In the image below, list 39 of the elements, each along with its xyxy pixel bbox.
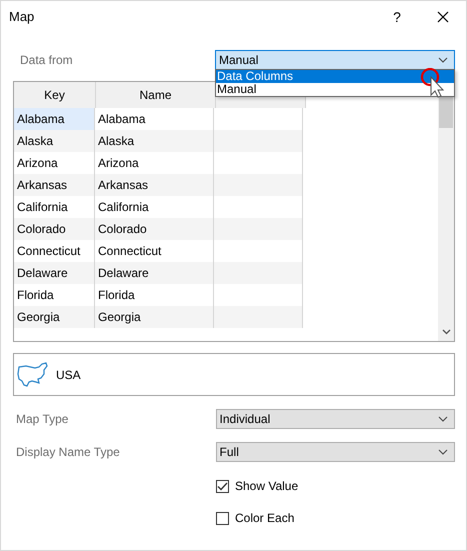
table-cell[interactable]: Georgia <box>95 306 214 328</box>
dropdown[interactable]: Full <box>216 442 455 462</box>
chevron-down-icon <box>438 57 448 63</box>
close-icon <box>437 10 449 22</box>
data-source-dropdown[interactable]: Manual <box>215 50 455 70</box>
table-cell[interactable]: Georgia <box>14 306 95 328</box>
chevron-down-icon <box>438 416 448 422</box>
column-header[interactable]: Key <box>14 82 96 108</box>
usa-map-icon <box>17 362 49 388</box>
table-cell[interactable]: Alabama <box>14 108 95 130</box>
table-cell[interactable]: Colorado <box>14 218 95 240</box>
table-cell[interactable] <box>214 174 303 196</box>
table-cell[interactable]: Delaware <box>95 262 214 284</box>
checkbox-label[interactable]: Show Value <box>235 479 298 493</box>
dropdown-option[interactable]: Manual <box>216 83 454 96</box>
table-cell[interactable]: Alaska <box>95 130 214 152</box>
table-cell[interactable] <box>214 306 303 328</box>
field-label: Data from <box>19 53 74 67</box>
table-cell[interactable] <box>214 130 303 152</box>
field-label: Display Name Type <box>15 444 121 458</box>
checkbox[interactable] <box>216 512 229 524</box>
table-cell[interactable]: Alaska <box>14 130 95 152</box>
table-cell[interactable]: Colorado <box>95 218 214 240</box>
chevron-down-icon <box>438 448 448 454</box>
dropdown[interactable]: Individual <box>216 408 455 428</box>
window-title: Map <box>9 9 36 24</box>
scroll-down-icon <box>442 329 451 335</box>
table-cell[interactable]: Arkansas <box>14 174 95 196</box>
table-cell[interactable] <box>214 218 303 240</box>
table-cell[interactable]: Arkansas <box>95 174 214 196</box>
table-cell[interactable]: Delaware <box>14 262 95 284</box>
help-button[interactable]: ? <box>374 1 420 32</box>
column-header[interactable]: Name <box>96 82 216 108</box>
table-cell[interactable] <box>214 262 303 284</box>
field-label: Map Type <box>15 412 70 426</box>
dropdown-option[interactable]: Data Columns <box>216 70 454 83</box>
checkbox[interactable] <box>216 480 229 492</box>
map-name: USA <box>56 368 81 382</box>
checkbox-label[interactable]: Color Each <box>235 511 294 525</box>
